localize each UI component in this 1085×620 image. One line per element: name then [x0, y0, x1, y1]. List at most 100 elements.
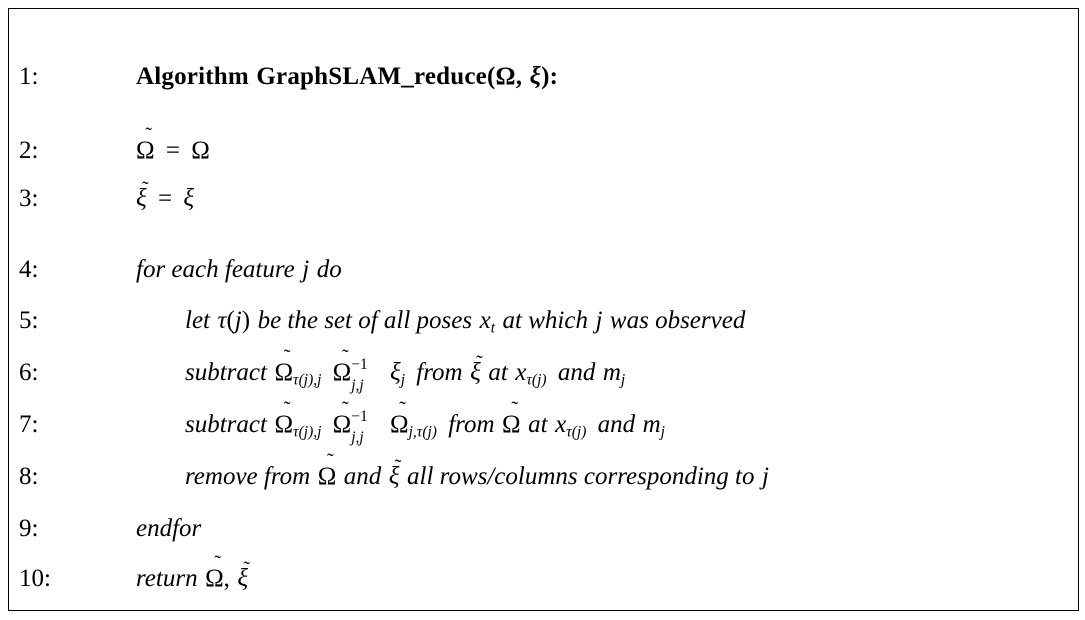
line-content-subtract-xi: subtract̃Ωτ(j),j̃Ω−1j,jξjfrom̃ξatxτ(j)an…	[185, 356, 626, 395]
from-keyword: from	[416, 359, 463, 386]
omega-tilde-symbol: ̃Ω	[136, 137, 155, 165]
pose-subscript-t: t	[490, 319, 496, 337]
title-omega-symbol: Ω	[495, 63, 516, 90]
map-subscript-j: j	[660, 423, 665, 441]
omega-base: Ω	[274, 359, 294, 386]
at-keyword: at	[488, 359, 508, 386]
omega-tilde-symbol: ̃Ω	[205, 565, 224, 593]
and-keyword: and	[597, 411, 636, 438]
line-number-4: 4:	[19, 256, 39, 283]
line-number-10: 10:	[19, 565, 51, 592]
algorithm-line-10: 10: returñΩ,̃ξ	[9, 565, 1078, 605]
pose-variable-x: x	[515, 359, 527, 386]
omega-tilde-inverse-symbol: ̃Ω	[333, 359, 352, 387]
omega-base: Ω	[317, 463, 337, 490]
line-content-remove-rows: remove from and̃Ω and̃ξ all rows/columns co…	[185, 463, 769, 491]
endfor-keyword: endfor	[136, 515, 202, 542]
omega-tilde-symbol: ̃Ω	[390, 411, 409, 439]
algorithm-line-3: 3: ̃ξ = ξ	[9, 185, 1078, 225]
algorithm-frame: 1: AlgorithmGraphSLAM_reduce(Ω,ξ): 2: ̃Ω…	[8, 8, 1079, 611]
return-comma: ,	[223, 565, 230, 592]
xi-subscript-j: j	[400, 371, 406, 389]
algorithm-line-8: 8: remove from and̃Ω and̃ξ all rows/columns…	[9, 463, 1078, 503]
title-xi-symbol: ξ	[529, 63, 542, 90]
line-number-3: 3:	[19, 185, 39, 212]
line-content-omega-assign: ̃Ω = Ω	[136, 137, 210, 165]
title-colon: :	[549, 63, 559, 90]
omega-tilde-symbol: ̃Ω	[274, 411, 293, 439]
omega-tilde-target: ̃Ω	[502, 411, 521, 439]
remove-from-text: remove from	[185, 463, 311, 490]
pose-variable-x: x	[555, 411, 567, 438]
pose-subscript-tau-j: τ(j)	[566, 423, 587, 441]
xi-tilde-symbol: ̃ξ	[470, 359, 481, 387]
line-content-subtract-omega: subtract̃Ωτ(j),j̃Ω−1j,j̃Ωj,τ(j)from̃Ωatx…	[185, 408, 665, 447]
title-keyword: Algorithm	[136, 63, 249, 90]
xi-symbol: ξ	[390, 359, 401, 386]
line-content-for-each: for each feature j do	[136, 256, 342, 284]
all-rows-columns-text: all rows/columns corresponding to	[407, 463, 755, 490]
xi-tilde-symbol: ̃ξ	[136, 185, 147, 213]
xi-base: ξ	[388, 463, 400, 490]
xi-base: ξ	[470, 359, 481, 386]
pose-variable-x: x	[479, 307, 491, 334]
omega-base: Ω	[205, 565, 224, 592]
and-keyword: and	[343, 463, 382, 490]
xi-base: ξ	[237, 565, 249, 592]
omega-tilde-inverse-symbol: ̃Ω	[333, 411, 352, 439]
line-content-title: Algorithm GraphSLAM_reduce(Ω, ξ):	[136, 63, 558, 91]
line-content-endfor: endfor	[136, 515, 201, 543]
map-variable-m: m	[602, 359, 621, 386]
omega-base: Ω	[332, 359, 352, 386]
line-number-1: 1:	[19, 63, 39, 90]
algorithm-line-6: 6: subtract̃Ωτ(j),j̃Ω−1j,jξjfrom̃ξatxτ(j…	[9, 356, 1078, 399]
xi-symbol: ξ	[183, 185, 195, 212]
line-number-2: 2:	[19, 137, 39, 164]
xi-tilde-symbol: ̃ξ	[237, 565, 248, 593]
line-number-9: 9:	[19, 515, 39, 542]
pose-subscript-tau-j: τ(j)	[526, 371, 547, 389]
equals-sign: =	[165, 137, 180, 164]
at-keyword: at	[528, 411, 548, 438]
line-number-8: 8:	[19, 463, 39, 490]
feature-index-j: j	[761, 463, 769, 490]
subtract-keyword: subtract	[185, 411, 267, 438]
title-comma: ,	[515, 63, 523, 90]
omega-base: Ω	[390, 411, 409, 438]
omega-symbol: Ω	[191, 137, 210, 164]
do-keyword: do	[316, 256, 342, 283]
algorithm-line-7: 7: subtract̃Ωτ(j),j̃Ω−1j,j̃Ωj,τ(j)from̃Ω…	[9, 408, 1078, 451]
map-subscript-j: j	[620, 371, 626, 389]
return-keyword: return	[136, 565, 198, 592]
at-which-text: at which	[502, 307, 588, 334]
algorithm-pseudocode-body: 1: AlgorithmGraphSLAM_reduce(Ω,ξ): 2: ̃Ω…	[9, 9, 1078, 610]
algorithm-line-1: 1: Algorithm GraphSLAM_reduce(Ω, ξ):	[9, 63, 1078, 103]
tau-arg-j: j	[234, 307, 242, 334]
xi-tilde-symbol: ̃ξ	[389, 463, 400, 491]
omega-subscript-tau-j-j: τ(j),j	[293, 423, 322, 441]
from-keyword: from	[448, 411, 495, 438]
omega-tilde-symbol: ̃Ω	[274, 359, 293, 387]
omega-subscript-tau-j-j: τ(j),j	[293, 371, 322, 389]
feature-index-j: j	[595, 307, 603, 334]
title-procedure-name: GraphSLAM_reduce	[256, 63, 487, 90]
omega-base: Ω	[502, 411, 521, 438]
be-the-set-text: be the set of all poses	[257, 307, 473, 334]
feature-index-j: j	[302, 256, 310, 283]
equals-sign: =	[157, 185, 173, 212]
algorithm-line-2: 2: ̃Ω = Ω	[9, 137, 1078, 177]
omega-tilde-symbol: and̃Ω	[318, 463, 337, 491]
line-number-7: 7:	[19, 411, 39, 438]
paren-close: )	[241, 307, 251, 334]
omega-base: Ω	[136, 137, 155, 164]
was-observed-text: was observed	[609, 307, 746, 334]
and-keyword: and	[557, 359, 596, 386]
algorithm-line-5: 5: let τ(j) be the set of all poses xt at wh…	[9, 307, 1078, 347]
let-keyword: let	[185, 307, 210, 334]
algorithm-line-9: 9: endfor	[9, 515, 1078, 555]
line-content-let-tau: let τ(j) be the set of all poses xt at which…	[185, 307, 746, 337]
omega-base: Ω	[332, 411, 352, 438]
line-number-5: 5:	[19, 307, 39, 334]
line-number-6: 6:	[19, 359, 39, 386]
paren-open: (	[226, 307, 235, 334]
